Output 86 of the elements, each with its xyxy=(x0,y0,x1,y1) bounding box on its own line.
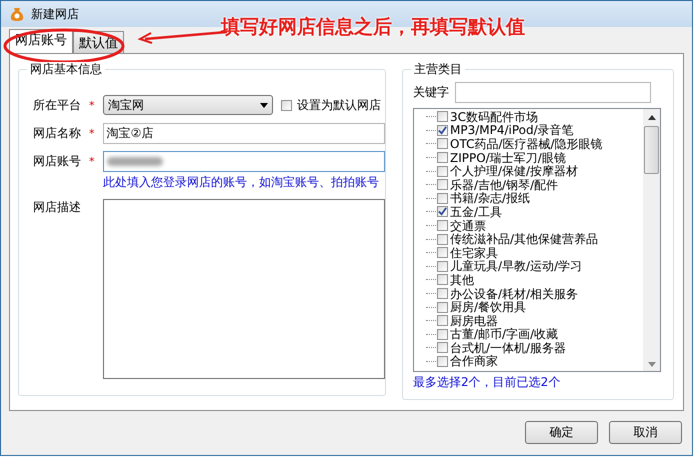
keyword-label: 关键字 xyxy=(413,84,449,101)
checkbox[interactable] xyxy=(437,166,448,177)
checkbox[interactable] xyxy=(437,274,448,286)
checkbox[interactable] xyxy=(437,356,448,367)
required-mark: * xyxy=(89,98,94,112)
tree-connector xyxy=(426,238,436,240)
tree-connector xyxy=(426,279,436,280)
category-label[interactable]: 乐器/吉他/钢琴/配件 xyxy=(450,178,558,192)
checkbox[interactable] xyxy=(437,315,448,326)
category-label[interactable]: 台式机/一体机/服务器 xyxy=(450,340,566,355)
category-label[interactable]: 古董/邮币/字画/收藏 xyxy=(450,327,558,342)
checkbox[interactable] xyxy=(437,302,448,313)
category-label[interactable]: 五金/工具 xyxy=(450,204,502,219)
category-label[interactable]: 厨房电器 xyxy=(450,314,498,328)
app-icon xyxy=(9,6,25,22)
field-label: 所在平台 xyxy=(33,96,81,114)
tree-connector xyxy=(426,157,436,158)
scroll-up-icon[interactable] xyxy=(648,115,656,120)
dialog-button[interactable]: 取消 xyxy=(609,421,682,444)
tree-connector xyxy=(426,184,436,186)
platform-dropdown[interactable]: 淘宝网 xyxy=(103,95,273,115)
tree-connector xyxy=(426,266,436,267)
category-label[interactable]: 儿童玩具/早教/运动/学习 xyxy=(450,259,582,274)
field-label: 网店账号 xyxy=(33,152,81,170)
hint-text: 此处填入您登录网店的账号，如淘宝账号、拍拍账号 xyxy=(103,174,380,191)
required-mark: * xyxy=(89,154,94,168)
shop-account-field[interactable] xyxy=(102,150,385,172)
tree-connector xyxy=(426,143,436,144)
category-label[interactable]: 书籍/杂志/报纸 xyxy=(450,191,530,206)
window-title: 新建网店 xyxy=(31,6,79,22)
checkbox[interactable] xyxy=(437,124,448,136)
category-label[interactable]: 个人护理/保健/按摩器材 xyxy=(450,164,578,178)
dropdown-arrow-icon xyxy=(260,102,268,108)
shop-name-field[interactable]: 淘宝②店 xyxy=(102,122,385,144)
checkbox-label[interactable]: 设置为默认网店 xyxy=(297,96,381,114)
required-mark: * xyxy=(89,126,94,140)
tree-connector xyxy=(426,116,436,118)
checkbox[interactable] xyxy=(437,192,448,204)
category-label[interactable]: 其他 xyxy=(450,272,474,287)
scroll-down-icon[interactable] xyxy=(648,362,656,367)
category-label[interactable]: 厨房/餐饮用具 xyxy=(450,300,526,314)
category-label[interactable]: 合作商家 xyxy=(450,354,498,368)
tree-connector xyxy=(426,347,436,348)
category-label[interactable]: 办公设备/耗材/相关服务 xyxy=(450,286,578,301)
tree-connector xyxy=(426,211,436,212)
annotation-text: 填写好网店信息之后，再填写默认值 xyxy=(221,15,525,40)
checkbox[interactable] xyxy=(437,328,448,340)
tree-connector xyxy=(426,334,436,335)
tree-connector xyxy=(426,360,436,362)
tree-connector xyxy=(426,306,436,308)
tree-connector xyxy=(426,320,436,322)
checkbox[interactable] xyxy=(437,138,448,150)
category-label[interactable]: ZIPPO/瑞士军刀/眼镜 xyxy=(450,150,566,165)
tree-connector xyxy=(426,293,436,294)
selection-status: 最多选择2个，目前已选2个 xyxy=(413,374,562,391)
field-label: 网店名称 xyxy=(33,124,81,142)
group-title: 主营类目 xyxy=(411,62,465,76)
checkbox[interactable] xyxy=(437,179,448,190)
checkbox[interactable] xyxy=(437,234,448,245)
field-label: 网店描述 xyxy=(33,199,81,216)
scrollbar[interactable] xyxy=(643,109,660,371)
tree-connector xyxy=(426,198,436,199)
dialog-button[interactable]: 确定 xyxy=(525,421,598,444)
category-label[interactable]: 住宅家具 xyxy=(450,246,498,260)
checkbox[interactable] xyxy=(281,100,292,110)
category-label[interactable]: 传统滋补品/其他保健营养品 xyxy=(450,232,598,246)
tree-connector xyxy=(426,252,436,254)
checkbox[interactable] xyxy=(437,260,448,272)
checkbox[interactable] xyxy=(437,342,448,354)
keyword-field[interactable] xyxy=(455,82,651,103)
checkbox[interactable] xyxy=(437,247,448,258)
checkbox[interactable] xyxy=(437,220,448,232)
category-label[interactable]: 3C数码配件市场 xyxy=(450,110,538,124)
checkbox[interactable] xyxy=(437,111,448,122)
tree-connector xyxy=(426,225,436,226)
checkbox[interactable] xyxy=(437,206,448,218)
group-title: 网店基本信息 xyxy=(27,62,105,76)
scroll-thumb[interactable] xyxy=(644,126,659,174)
checkbox[interactable] xyxy=(437,152,448,164)
category-label[interactable]: MP3/MP4/iPod/录音笔 xyxy=(450,123,574,138)
category-label[interactable]: 交通票 xyxy=(450,218,486,233)
checkbox[interactable] xyxy=(437,288,448,300)
category-label[interactable]: OTC药品/医疗器械/隐形眼镜 xyxy=(450,136,603,151)
tree-connector xyxy=(426,130,436,131)
tree-connector xyxy=(426,170,436,172)
description-field[interactable] xyxy=(102,199,385,379)
